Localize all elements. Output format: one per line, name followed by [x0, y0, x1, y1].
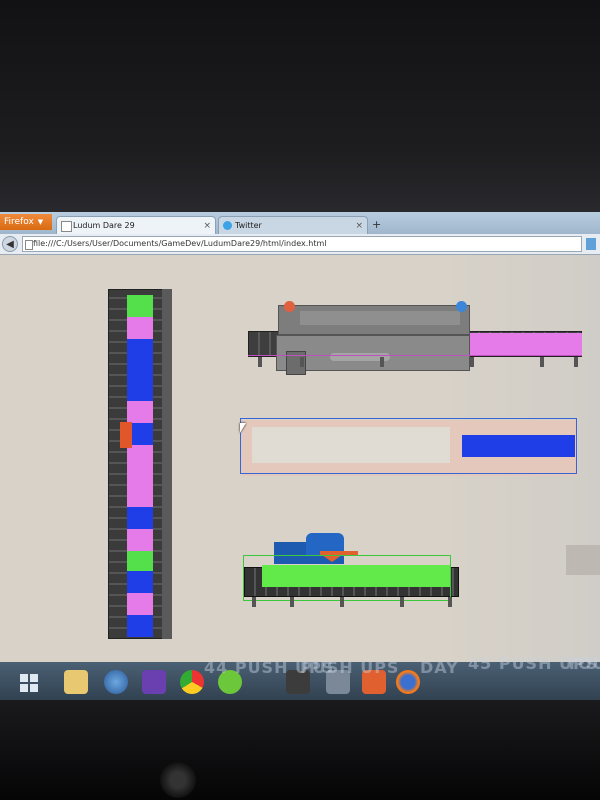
firefox-menu-button[interactable]: Firefox ▼	[0, 214, 52, 230]
side-panel	[566, 545, 600, 575]
url-text: file:///C:/Users/User/Documents/GameDev/…	[33, 239, 327, 248]
machine-leg	[574, 357, 578, 367]
tab-label: Twitter	[235, 221, 262, 230]
reflection-text: YOU C	[566, 654, 600, 673]
close-tab-icon[interactable]: ×	[355, 217, 363, 235]
machine-red-knob-icon[interactable]	[284, 301, 295, 312]
new-tab-button[interactable]: +	[372, 218, 381, 231]
machine-leg	[380, 357, 384, 367]
machine-leg	[540, 357, 544, 367]
close-tab-icon[interactable]: ×	[203, 217, 211, 235]
document-icon	[25, 240, 33, 250]
addon-icon[interactable]	[586, 238, 596, 250]
selection-box[interactable]	[240, 418, 577, 474]
belt-block[interactable]	[127, 507, 153, 529]
monitor-reflection: 44 PUSH UPS PUSH UPS DAY 45 PUSH UPS YOU…	[0, 654, 600, 702]
windows-taskbar: 44 PUSH UPS PUSH UPS DAY 45 PUSH UPS YOU…	[0, 654, 600, 702]
machine-leg	[258, 357, 262, 367]
machine-leg	[290, 597, 294, 607]
belt-block[interactable]	[127, 339, 153, 401]
tab-label: Ludum Dare 29	[73, 221, 135, 230]
belt-block[interactable]	[127, 551, 153, 571]
tab-twitter[interactable]: Twitter ×	[218, 216, 368, 234]
firefox-menu-label: Firefox	[4, 217, 34, 227]
belt-block[interactable]	[127, 593, 153, 615]
twitter-bird-icon	[223, 221, 232, 230]
conveyor-marker[interactable]	[120, 422, 132, 448]
machine-leg	[448, 597, 452, 607]
belt-block[interactable]	[127, 445, 153, 507]
url-bar[interactable]: file:///C:/Users/User/Documents/GameDev/…	[22, 236, 582, 252]
machine-2-outline	[243, 555, 451, 601]
machine-1-guide-line	[248, 355, 582, 356]
machine-leg	[400, 597, 404, 607]
tab-ludum-dare[interactable]: Ludum Dare 29 ×	[56, 216, 216, 234]
back-button[interactable]: ◀	[2, 236, 18, 252]
machine-1-roof	[300, 311, 460, 325]
reflection-text: DAY	[420, 658, 459, 677]
monitor-bezel-top	[0, 0, 600, 215]
screen: Firefox ▼ Ludum Dare 29 × Twitter × + ◀ f…	[0, 212, 600, 702]
machine-leg	[300, 357, 304, 367]
navigation-bar: ◀ file:///C:/Users/User/Documents/GameDe…	[0, 234, 600, 255]
machine-leg	[340, 597, 344, 607]
game-canvas[interactable]	[0, 255, 600, 675]
page-icon	[61, 221, 72, 232]
belt-block[interactable]	[127, 317, 153, 339]
belt-block[interactable]	[127, 401, 153, 423]
belt-block[interactable]	[127, 615, 153, 637]
machine-leg	[470, 357, 474, 367]
reflection-text: PUSH UPS	[300, 658, 400, 677]
monitor-bezel-bottom	[0, 700, 600, 800]
machine-blue-knob-icon[interactable]	[456, 301, 467, 312]
webcam-icon	[160, 762, 196, 798]
dropdown-arrow-icon: ▼	[37, 218, 44, 226]
mouse-cursor-icon	[240, 423, 246, 433]
belt-block[interactable]	[127, 295, 153, 317]
machine-leg	[252, 597, 256, 607]
tab-bar: Firefox ▼ Ludum Dare 29 × Twitter × +	[0, 212, 600, 234]
belt-block[interactable]	[127, 529, 153, 551]
vertical-conveyor-rail	[162, 289, 172, 639]
belt-block[interactable]	[127, 571, 153, 593]
